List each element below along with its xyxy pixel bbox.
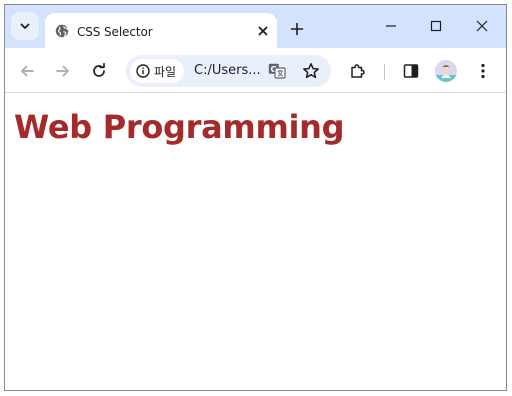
- tab-active[interactable]: CSS Selector: [45, 13, 277, 49]
- info-icon: [136, 64, 150, 78]
- back-button[interactable]: [16, 60, 38, 82]
- puzzle-icon: [351, 64, 365, 78]
- address-bar[interactable]: 파일 C:/Users... G: [126, 55, 331, 87]
- close-icon: [476, 20, 488, 32]
- extensions-button[interactable]: [347, 60, 369, 82]
- translate-icon[interactable]: G: [268, 63, 286, 79]
- side-panel-icon: [403, 64, 419, 78]
- reload-button[interactable]: [88, 60, 110, 82]
- maximize-icon: [430, 20, 442, 32]
- kebab-menu-icon: [481, 63, 485, 79]
- url-text[interactable]: C:/Users...: [194, 63, 261, 78]
- close-window-button[interactable]: [467, 13, 497, 39]
- star-icon[interactable]: [302, 62, 320, 80]
- toolbar-divider: [384, 64, 385, 80]
- page-content: Web Programming: [5, 94, 506, 390]
- chevron-down-icon: [20, 23, 30, 29]
- site-info-chip[interactable]: 파일: [130, 59, 184, 83]
- browser-window: CSS Selector 파일 C:/Users... G Web Progra…: [4, 4, 507, 391]
- profile-avatar[interactable]: [435, 60, 457, 82]
- browser-toolbar: 파일 C:/Users... G: [5, 48, 506, 93]
- globe-icon: [55, 24, 69, 38]
- maximize-button[interactable]: [421, 13, 451, 39]
- side-panel-button[interactable]: [400, 60, 422, 82]
- back-arrow-icon: [21, 65, 34, 77]
- forward-button[interactable]: [52, 60, 74, 82]
- tab-title: CSS Selector: [77, 25, 153, 39]
- site-info-label: 파일: [154, 65, 177, 79]
- tab-search-button[interactable]: [11, 12, 39, 40]
- avatar-icon: [435, 60, 457, 82]
- page-heading: Web Programming: [14, 108, 345, 146]
- new-tab-button[interactable]: [285, 17, 309, 41]
- reload-icon: [93, 63, 105, 77]
- close-icon: [258, 26, 268, 36]
- menu-button[interactable]: [472, 60, 494, 82]
- tab-close-button[interactable]: [253, 21, 273, 41]
- forward-arrow-icon: [56, 65, 69, 77]
- tab-strip: CSS Selector: [5, 5, 506, 49]
- plus-icon: [290, 22, 304, 36]
- minimize-icon: [386, 25, 396, 27]
- minimize-button[interactable]: [376, 13, 406, 39]
